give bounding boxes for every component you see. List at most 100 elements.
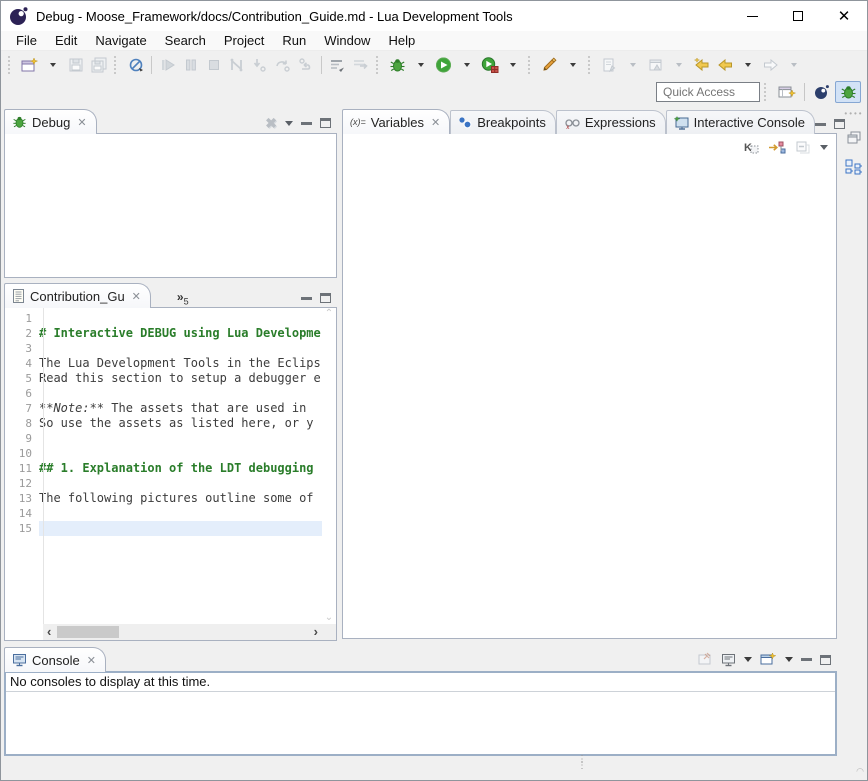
new-wizard-dropdown[interactable] <box>41 54 64 76</box>
code-line[interactable]: 7**Note:** The assets that are used in <box>5 401 322 416</box>
maximize-view-icon[interactable] <box>834 119 845 129</box>
tab-expressions-label: Expressions <box>585 115 656 130</box>
show-logical-structures-icon[interactable] <box>768 140 786 155</box>
show-type-names-icon[interactable]: K <box>743 140 759 155</box>
code-line[interactable]: 6 <box>5 386 322 401</box>
status-trim-handle[interactable]: ⋮⋮ <box>577 757 587 769</box>
editor-body[interactable]: 12# Interactive DEBUG using Lua Developm… <box>4 307 337 641</box>
right-trim-bar: •••• <box>841 108 867 756</box>
tab-debug-close-icon[interactable]: ✕ <box>77 116 86 129</box>
maximize-view-icon[interactable] <box>820 655 831 665</box>
run-last-coverage-icon[interactable] <box>478 54 501 76</box>
tab-editor-close-icon[interactable]: ✕ <box>132 290 141 303</box>
open-console-dropdown[interactable] <box>785 657 793 662</box>
tab-variables[interactable]: (x)= Variables ✕ <box>342 109 450 134</box>
tab-interactive-console[interactable]: Interactive Console <box>666 110 815 134</box>
open-console-icon[interactable] <box>760 652 777 667</box>
debug-view-body[interactable] <box>4 133 337 278</box>
code-line[interactable]: 14 <box>5 506 322 521</box>
code-line[interactable]: 1 <box>5 311 322 326</box>
tab-console[interactable]: Console ✕ <box>4 647 106 672</box>
tab-breakpoints-label: Breakpoints <box>477 115 546 130</box>
tab-debug[interactable]: Debug ✕ <box>4 109 97 134</box>
open-task-dropdown[interactable] <box>561 54 584 76</box>
line-number: 3 <box>5 341 39 356</box>
maximize-view-icon[interactable] <box>320 118 331 128</box>
menubar: FileEditNavigateSearchProjectRunWindowHe… <box>1 31 867 51</box>
run-dropdown[interactable] <box>455 54 478 76</box>
code-line[interactable]: 15 <box>5 521 322 536</box>
tab-breakpoints[interactable]: Breakpoints <box>450 110 556 134</box>
code-line[interactable]: 8So use the assets as listed here, or y <box>5 416 322 431</box>
menu-help[interactable]: Help <box>379 31 424 51</box>
run-last-dropdown[interactable] <box>501 54 524 76</box>
minimize-view-icon[interactable] <box>815 123 826 126</box>
menu-project[interactable]: Project <box>215 31 273 51</box>
open-type-icon <box>644 54 667 76</box>
code-line[interactable]: 3 <box>5 341 322 356</box>
back-icon[interactable] <box>713 54 736 76</box>
minimize-view-icon[interactable] <box>801 658 812 661</box>
scroll-right-icon[interactable]: › <box>314 625 318 639</box>
menu-run[interactable]: Run <box>273 31 315 51</box>
code-line[interactable]: 12 <box>5 476 322 491</box>
menu-file[interactable]: File <box>7 31 46 51</box>
display-console-dropdown[interactable] <box>744 657 752 662</box>
console-body[interactable]: No consoles to display at this time. <box>4 671 837 756</box>
scroll-up-icon[interactable]: ⌃ <box>325 310 333 318</box>
tab-editor-contribution-guide[interactable]: Contribution_Gu ✕ <box>4 283 151 308</box>
back-dropdown[interactable] <box>736 54 759 76</box>
skip-all-breakpoints-icon[interactable] <box>124 54 147 76</box>
code-line[interactable]: 13The following pictures outline some of <box>5 491 322 506</box>
code-line[interactable]: 5Read this section to setup a debugger e <box>5 371 322 386</box>
outline-view-icon[interactable] <box>843 157 865 177</box>
tab-console-close-icon[interactable]: ✕ <box>87 654 96 667</box>
scrollbar-corner <box>322 624 336 640</box>
run-icon[interactable] <box>432 54 455 76</box>
maximize-view-icon[interactable] <box>320 293 331 303</box>
line-number: 6 <box>5 386 39 401</box>
minimize-view-icon[interactable] <box>301 122 312 125</box>
editor-vertical-scrollbar[interactable]: ⌃ ⌄ <box>322 308 336 624</box>
view-menu-icon[interactable] <box>285 121 293 126</box>
minimize-view-icon[interactable] <box>301 297 312 300</box>
line-number: 11 <box>5 461 39 476</box>
menu-edit[interactable]: Edit <box>46 31 86 51</box>
debug-dropdown[interactable] <box>409 54 432 76</box>
scroll-left-icon[interactable]: ‹ <box>47 625 51 639</box>
window-close-button[interactable]: ✕ <box>821 1 867 31</box>
display-selected-console-icon[interactable] <box>721 653 736 667</box>
quick-access-input[interactable] <box>656 82 760 102</box>
use-step-filters-icon[interactable] <box>326 54 349 76</box>
code-line[interactable]: 2# Interactive DEBUG using Lua Developme <box>5 326 322 341</box>
lua-perspective-icon[interactable] <box>809 81 835 103</box>
open-task-icon[interactable] <box>538 54 561 76</box>
forward-icon <box>759 54 782 76</box>
menu-window[interactable]: Window <box>315 31 379 51</box>
line-text: Read this section to setup a debugger e <box>39 371 322 386</box>
code-line[interactable]: 9 <box>5 431 322 446</box>
editor-horizontal-scrollbar[interactable]: ‹ › <box>43 624 322 640</box>
new-wizard-icon[interactable] <box>18 54 41 76</box>
scroll-down-icon[interactable]: ⌄ <box>325 614 333 622</box>
code-line[interactable]: 4The Lua Development Tools in the Eclips <box>5 356 322 371</box>
window-maximize-button[interactable] <box>775 1 821 31</box>
editor-lines[interactable]: 12# Interactive DEBUG using Lua Developm… <box>5 308 322 624</box>
window-minimize-button[interactable] <box>729 1 775 31</box>
last-edit-location-icon[interactable] <box>690 54 713 76</box>
tab-variables-close-icon[interactable]: ✕ <box>431 116 440 129</box>
code-line[interactable]: 10 <box>5 446 322 461</box>
trim-drag-handle[interactable]: •••• <box>844 111 863 117</box>
code-line[interactable]: 11## 1. Explanation of the LDT debugging <box>5 461 322 476</box>
scrollbar-thumb[interactable] <box>57 626 119 638</box>
menu-search[interactable]: Search <box>156 31 215 51</box>
variables-view-body[interactable]: K <box>342 133 837 639</box>
debug-perspective-icon[interactable] <box>835 81 861 103</box>
debug-icon[interactable] <box>386 54 409 76</box>
tab-expressions[interactable]: x Expressions <box>556 110 666 134</box>
open-perspective-icon[interactable] <box>774 81 800 103</box>
editor-chooser[interactable]: »5 <box>177 290 189 308</box>
menu-navigate[interactable]: Navigate <box>86 31 155 51</box>
view-menu-icon[interactable] <box>820 145 828 150</box>
resize-grip[interactable]: ◠ <box>856 766 864 777</box>
